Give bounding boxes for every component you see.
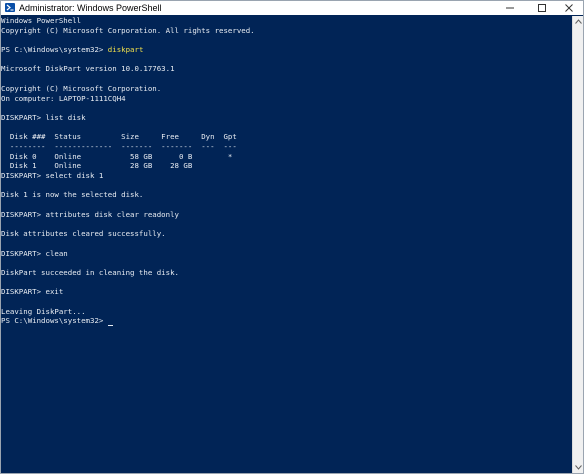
- chevron-down-icon: [575, 465, 582, 470]
- console-line: PS C:\Windows\system32> diskpart: [1, 45, 573, 55]
- powershell-icon: [5, 3, 15, 12]
- console-line: DISKPART> list disk: [1, 113, 573, 123]
- close-icon: [565, 4, 573, 12]
- console-line: PS C:\Windows\system32>: [1, 316, 573, 327]
- console-line: Disk 1 Online 28 GB 28 GB: [1, 161, 573, 171]
- console-text: Copyright (C) Microsoft Corporation. All…: [1, 25, 255, 35]
- console-line: DISKPART> clean: [1, 249, 573, 259]
- console-line: Microsoft DiskPart version 10.0.17763.1: [1, 64, 573, 74]
- scroll-down-button[interactable]: [574, 463, 583, 472]
- console-text: DISKPART> list disk: [1, 112, 86, 122]
- console-line: DISKPART> attributes disk clear readonly: [1, 210, 573, 220]
- console-line: Windows PowerShell: [1, 16, 573, 26]
- close-button[interactable]: [556, 1, 582, 15]
- window-title: Administrator: Windows PowerShell: [19, 3, 162, 13]
- console-line: Disk 1 is now the selected disk.: [1, 190, 573, 200]
- console-command: diskpart: [107, 45, 144, 55]
- console-text: DISKPART> clean: [1, 248, 68, 258]
- console-text: DISKPART> exit: [1, 287, 64, 297]
- console-text: -------- ------------- ------- ------- -…: [1, 141, 237, 151]
- console-text: Disk 1 is now the selected disk.: [1, 190, 144, 200]
- console-line: Disk 0 Online 58 GB 0 B *: [1, 152, 573, 162]
- console-line: DISKPART> select disk 1: [1, 171, 573, 181]
- console-text: DISKPART> attributes disk clear readonly: [1, 209, 179, 219]
- console-text: PS C:\Windows\system32>: [1, 316, 108, 326]
- console-text: Leaving DiskPart...: [1, 306, 86, 316]
- console-text: DISKPART> select disk 1: [1, 171, 104, 180]
- scroll-up-button[interactable]: [574, 17, 583, 26]
- maximize-icon: [538, 4, 546, 12]
- powershell-window: Administrator: Windows PowerShell Window…: [0, 0, 584, 474]
- console-line: Leaving DiskPart...: [1, 307, 573, 317]
- console-text: Copyright (C) Microsoft Corporation.: [1, 83, 162, 93]
- console-text: Disk ### Status Size Free Dyn Gpt: [1, 132, 237, 142]
- minimize-icon: [506, 7, 514, 9]
- console-line: DiskPart succeeded in cleaning the disk.: [1, 268, 573, 278]
- console-text: Disk attributes cleared successfully.: [1, 229, 166, 239]
- minimize-button[interactable]: [497, 1, 523, 15]
- title-bar[interactable]: Administrator: Windows PowerShell: [1, 1, 583, 15]
- maximize-button[interactable]: [529, 1, 555, 15]
- console-text: On computer: LAPTOP-1111CQH4: [1, 93, 126, 103]
- console-line: Copyright (C) Microsoft Corporation.: [1, 84, 573, 94]
- console-text: DiskPart succeeded in cleaning the disk.: [1, 267, 179, 277]
- console-output[interactable]: Windows PowerShell Copyright (C) Microsof…: [1, 16, 573, 473]
- console-line: Disk ### Status Size Free Dyn Gpt: [1, 132, 573, 142]
- console-line: Copyright (C) Microsoft Corporation. All…: [1, 26, 573, 36]
- console-text: Disk 1 Online 28 GB 28 GB: [1, 161, 193, 171]
- vertical-scrollbar[interactable]: [572, 16, 583, 473]
- console-line: On computer: LAPTOP-1111CQH4: [1, 94, 573, 104]
- console-text: Microsoft DiskPart version 10.0.17763.1: [1, 64, 175, 74]
- console-line: Disk attributes cleared successfully.: [1, 229, 573, 239]
- console-text: Disk 0 Online 58 GB 0 B *: [1, 151, 233, 161]
- chevron-up-icon: [575, 19, 582, 24]
- console-line: DISKPART> exit: [1, 287, 573, 297]
- console-text: Windows PowerShell: [1, 16, 82, 25]
- console-line: -------- ------------- ------- ------- -…: [1, 142, 573, 152]
- console-prompt: PS C:\Windows\system32>: [1, 45, 108, 55]
- text-cursor: [107, 325, 113, 327]
